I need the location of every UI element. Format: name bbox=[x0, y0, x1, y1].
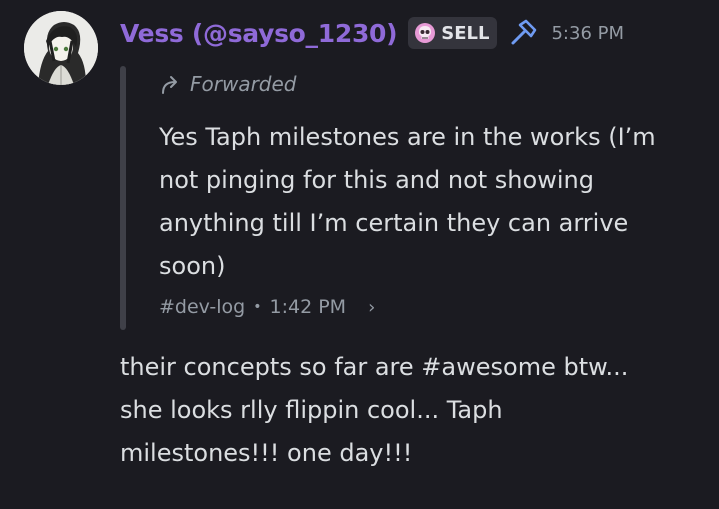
username[interactable]: Vess (@sayso_1230) bbox=[120, 19, 398, 48]
message-timestamp[interactable]: 5:36 PM bbox=[551, 23, 624, 44]
forwarded-message-text: Yes Taph milestones are in the works (I’… bbox=[159, 123, 656, 280]
forwarded-text: Forwarded bbox=[190, 72, 297, 96]
role-tag[interactable]: SELL bbox=[408, 17, 498, 49]
forward-source[interactable]: #dev-log • 1:42 PM › bbox=[159, 296, 375, 318]
source-time: 1:42 PM bbox=[269, 296, 347, 318]
forwarded-label: Forwarded bbox=[160, 72, 297, 96]
skull-icon bbox=[415, 23, 436, 43]
forward-quote-bar bbox=[120, 66, 126, 330]
avatar[interactable] bbox=[24, 11, 98, 85]
source-channel[interactable]: #dev-log bbox=[159, 296, 245, 318]
hammer-icon[interactable] bbox=[509, 19, 537, 47]
forward-arrow-icon bbox=[162, 76, 177, 94]
avatar-image bbox=[24, 11, 98, 85]
chevron-right-icon[interactable]: › bbox=[368, 297, 375, 318]
chat-message: Vess (@sayso_1230) SELL 5:36 PM Forwarde bbox=[0, 0, 719, 509]
message-header: Vess (@sayso_1230) SELL 5:36 PM bbox=[120, 14, 624, 52]
message-text: their concepts so far are #awesome btw..… bbox=[120, 353, 629, 467]
separator-dot: • bbox=[253, 299, 262, 315]
role-tag-label: SELL bbox=[441, 22, 490, 44]
